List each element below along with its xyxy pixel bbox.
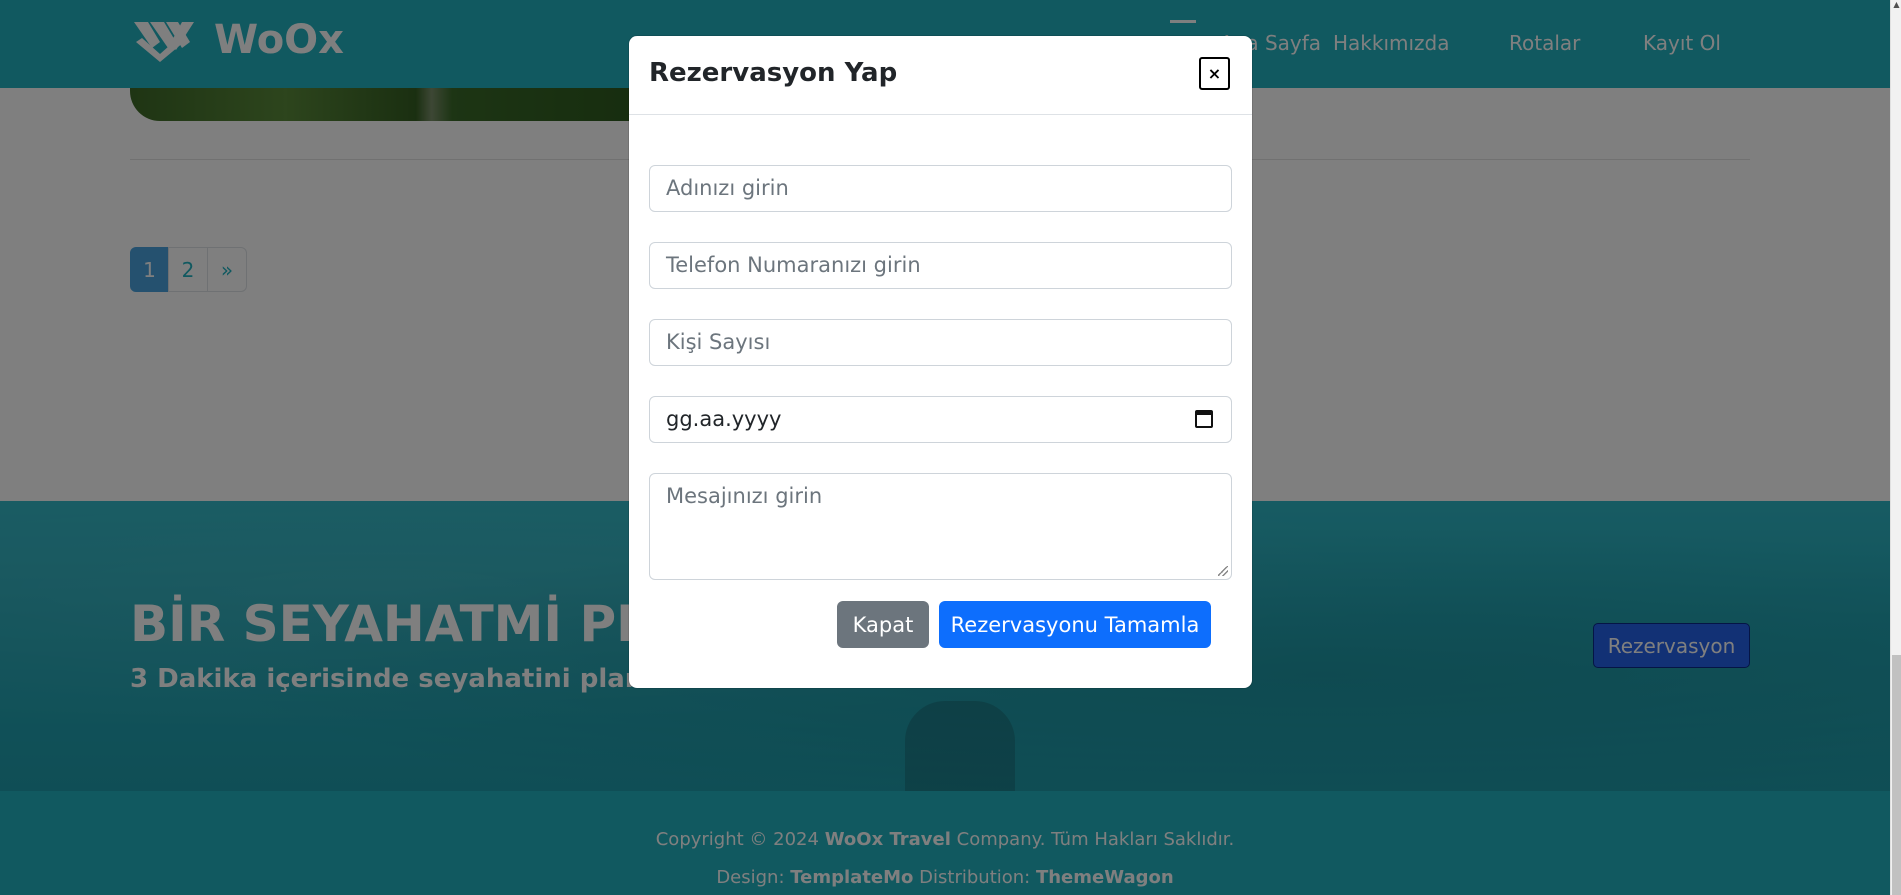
modal-title: Rezervasyon Yap <box>649 58 898 88</box>
phone-input[interactable]: Telefon Numaranızı girin <box>649 242 1232 289</box>
message-textarea[interactable]: Mesajınızı girin <box>649 473 1232 580</box>
scrollbar-thumb[interactable] <box>1892 655 1901 895</box>
name-input[interactable]: Adınızı girin <box>649 165 1232 212</box>
page-scrollbar[interactable]: ▲ <box>1890 0 1901 895</box>
people-count-placeholder: Kişi Sayısı <box>666 330 771 354</box>
date-input[interactable]: gg.aa.yyyy <box>649 396 1232 443</box>
date-input-value: gg.aa.yyyy <box>666 407 782 431</box>
message-placeholder: Mesajınızı girin <box>666 484 823 508</box>
resize-handle-icon[interactable] <box>1218 566 1228 576</box>
people-count-input[interactable]: Kişi Sayısı <box>649 319 1232 366</box>
complete-reservation-button[interactable]: Rezervasyonu Tamamla <box>939 601 1211 648</box>
phone-input-placeholder: Telefon Numaranızı girin <box>666 253 921 277</box>
calendar-icon[interactable] <box>1195 410 1213 428</box>
cancel-button[interactable]: Kapat <box>837 601 929 648</box>
reservation-modal: Rezervasyon Yap × Adınızı girin Telefon … <box>629 36 1252 688</box>
modal-close-button[interactable]: × <box>1199 57 1230 90</box>
modal-header: Rezervasyon Yap × <box>629 36 1252 115</box>
name-input-placeholder: Adınızı girin <box>666 176 789 200</box>
scroll-up-icon[interactable]: ▲ <box>1892 0 1901 10</box>
